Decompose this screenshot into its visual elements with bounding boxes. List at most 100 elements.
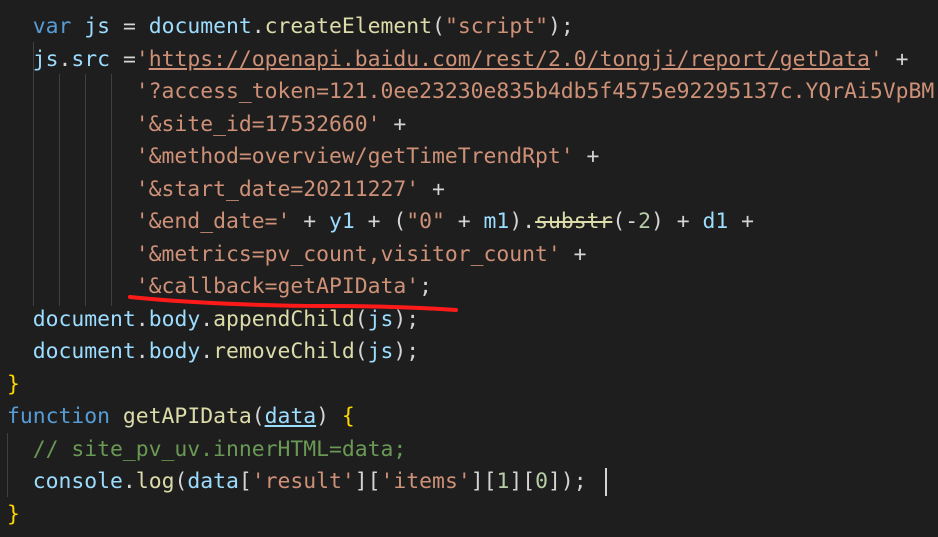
code-token: ' [869,46,883,72]
code-token: '&start_date=20211227' [135,176,420,202]
code-line[interactable]: '&method=overview/getTimeTrendRpt' + [7,140,600,173]
code-token: // site_pv_uv.innerHTML=data; [32,436,407,462]
code-token: ); [547,14,574,39]
code-token: ) [316,404,342,429]
code-token: "0" [406,209,445,234]
code-token: "script" [444,14,548,39]
underline-stroke [128,295,458,312]
code-token: data [187,469,239,494]
code-line[interactable]: '&metrics=pv_count,visitor_count' + [7,238,587,271]
code-token: + [419,176,445,202]
code-line[interactable]: document.body.removeChild(js); [7,335,419,368]
code-token: . [200,339,214,364]
code-line[interactable]: js.src = 'https://openapi.baidu.com/rest/… [7,43,909,76]
code-token: + [560,241,587,267]
code-line[interactable]: } [7,498,20,531]
code-token: var [32,14,72,39]
code-line[interactable]: var js = document.createElement("script"… [7,10,574,43]
code-token: document [32,306,136,332]
code-token: + [728,209,755,234]
code-token: body [148,339,201,364]
code-token: } [7,501,20,527]
code-token: ( [174,469,188,494]
code-token: + [290,209,329,234]
code-line[interactable]: '&end_date=' + y1 + ("0" + m1).substr(-2… [7,205,754,238]
code-token: '&end_date=' [135,209,291,234]
code-token: { [341,404,355,429]
code-token: '?access_token=121.0ee23230e835b4db5f457… [135,79,935,104]
code-token: = [110,14,149,39]
code-line[interactable]: '&start_date=20211227' + [7,173,445,206]
code-token: getAPIData [122,404,252,429]
text-cursor [605,468,607,496]
code-token: src [71,46,111,72]
code-token: (- [612,209,639,234]
code-token: . [122,469,136,494]
code-token: createElement [264,14,433,39]
code-token: [ [238,469,252,494]
code-token: + [444,209,484,234]
code-token: + [380,111,407,137]
red-underline-annotation [128,295,458,312]
code-token: data [264,404,317,429]
code-token: = [110,46,136,72]
code-token: document [148,14,252,39]
code-token: console [32,469,123,494]
code-token: + [882,46,909,72]
code-token: 'result' [251,469,355,494]
code-token: ). [509,209,536,234]
code-token: '&metrics=pv_count,visitor_count' [135,241,561,267]
code-line[interactable]: console.log(data['result']['items'][1][0… [7,465,587,498]
code-token: 'items' [380,469,471,494]
code-token: ][ [509,469,536,494]
code-token: + [573,144,600,169]
code-token: js [367,339,394,364]
code-token: document [32,339,136,364]
code-token: 0 [535,469,549,494]
code-line[interactable]: '?access_token=121.0ee23230e835b4db5f457… [7,75,934,108]
code-token: ]); [548,469,587,494]
code-token: 2 [638,209,652,234]
code-token: function [7,404,111,429]
code-token: m1 [483,209,510,234]
code-token: ( [354,339,368,364]
code-line[interactable]: function getAPIData(data) { [7,400,355,433]
code-token: '&method=overview/getTimeTrendRpt' [135,144,574,169]
code-token: . [135,339,149,364]
code-token: } [7,371,20,397]
code-line[interactable]: '&site_id=17532660' + [7,108,406,141]
code-line[interactable]: } [7,368,20,401]
code-token: + ( [354,209,407,234]
code-token: js [84,14,111,39]
code-token: . [58,46,72,72]
code-token: ( [251,404,265,429]
code-token: ][ [470,469,497,494]
code-editor[interactable]: var js = document.createElement("script"… [0,0,938,537]
code-token: ); [393,339,420,364]
code-line[interactable]: // site_pv_uv.innerHTML=data; [7,433,406,466]
code-token: js [32,46,59,72]
code-token: ) + [651,209,703,234]
code-token: https://openapi.baidu.com/rest/2.0/tongj… [148,46,870,72]
code-token: ( [432,14,445,39]
code-token: y1 [328,209,355,234]
code-token: ][ [354,469,381,494]
code-token: d1 [702,209,729,234]
code-token: log [135,469,175,494]
code-token: removeChild [213,339,355,364]
code-token: 1 [496,469,510,494]
